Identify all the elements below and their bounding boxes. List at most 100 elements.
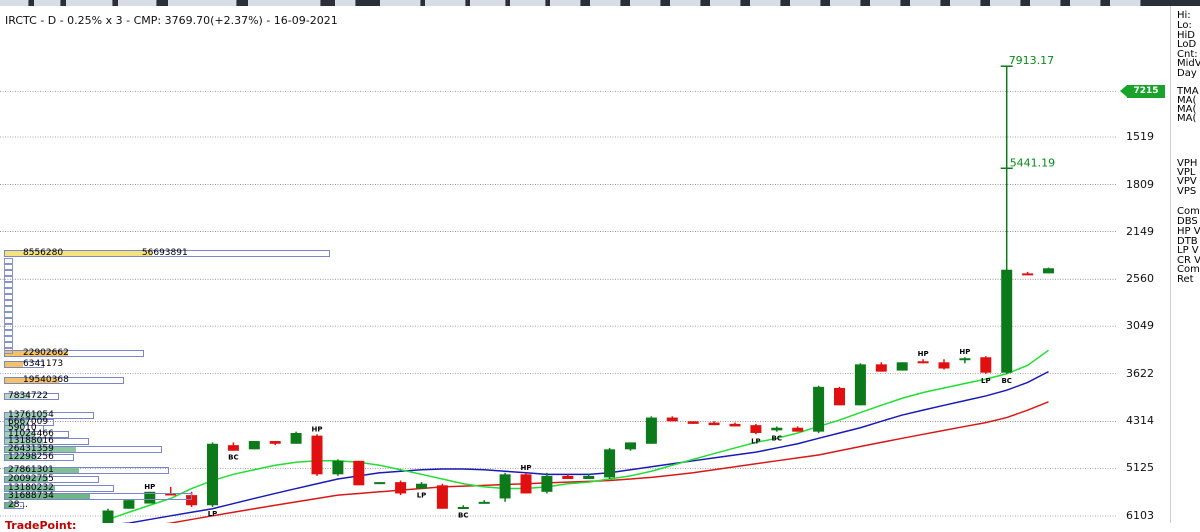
candle-body	[583, 475, 595, 479]
high-price-label: 7913.17	[1009, 54, 1054, 67]
candle-body	[353, 460, 365, 486]
volume-profile-fill	[5, 362, 23, 367]
pattern-marker: BC	[1001, 377, 1011, 385]
stats-label: Day	[1177, 68, 1197, 79]
candle-body	[457, 507, 469, 510]
candle-body	[520, 474, 532, 494]
price-axis[interactable]: 6103 5125 4314 3622 3049 2560 2149 1809 1519	[1117, 6, 1170, 523]
candle-body	[227, 445, 239, 451]
candle-body	[771, 427, 783, 431]
stats-panel: Hi: Lo: HiD LoD Cnt: MidV Day TMA MA(MA(MA(VPH VP…	[1170, 6, 1200, 523]
candle-body	[959, 358, 971, 361]
candle-body	[541, 475, 553, 492]
pattern-marker: LP	[751, 437, 761, 445]
volume-profile-bar: 19540368	[4, 375, 124, 385]
stats-label: VPS	[1177, 186, 1197, 197]
y-axis-label: 3622	[1126, 366, 1154, 380]
ma-red-line	[165, 401, 1049, 523]
volume-profile-bar: 31688734	[4, 491, 192, 501]
volume-profile-bar: 28...	[4, 500, 28, 510]
candle-body	[604, 449, 616, 478]
candle-body	[123, 500, 135, 509]
candle-body	[416, 483, 427, 489]
volume-profile-bar: 22902662	[4, 348, 144, 358]
volume-profile-bar: 20092755	[4, 474, 99, 484]
candle-body	[729, 423, 741, 427]
candle-body	[207, 443, 218, 506]
pattern-marker: HP	[312, 425, 323, 433]
volume-profile-bar: 12298256	[4, 452, 74, 462]
volume-profile-bar: 8556280 56693891	[4, 248, 330, 258]
volume-profile-value: 28...	[8, 500, 29, 510]
pattern-marker: LP	[208, 510, 218, 518]
candle-body	[248, 441, 260, 450]
candle-body	[645, 417, 657, 444]
pattern-marker: BC	[458, 512, 468, 520]
candle-body	[666, 417, 678, 422]
candle-body	[562, 475, 574, 479]
candle-body	[854, 364, 866, 406]
stats-label: Ret	[1177, 274, 1194, 285]
pattern-marker: HP	[521, 464, 532, 472]
y-axis-label: 1519	[1126, 130, 1154, 143]
pattern-marker: BC	[772, 435, 782, 443]
candle-body	[813, 386, 825, 432]
candle-body	[792, 427, 804, 432]
candle-body	[478, 501, 490, 504]
volume-profile-value: 12298256	[8, 452, 54, 462]
pattern-marker: HP	[959, 348, 970, 356]
pattern-marker: HP	[918, 350, 929, 358]
ma-green-line	[107, 349, 1049, 521]
candle-body	[395, 482, 407, 494]
candle-body	[102, 510, 114, 523]
y-axis-label: 5125	[1126, 461, 1154, 475]
candle-body	[311, 435, 323, 475]
candle-body	[896, 362, 908, 371]
candle-body	[938, 362, 950, 369]
volume-profile-value: 8556280	[23, 248, 64, 258]
candle-body	[269, 441, 281, 444]
candle-body	[980, 357, 992, 373]
pattern-marker: LP	[981, 377, 991, 385]
pattern-marker: BC	[228, 454, 238, 462]
y-axis-label: 1809	[1126, 177, 1154, 191]
candle-body	[290, 432, 302, 444]
candle-body	[332, 460, 344, 475]
candle-body	[875, 364, 887, 372]
current-price-tag: 7215	[1120, 84, 1165, 98]
volume-profile-tick	[4, 348, 13, 354]
volume-profile-value: 19540368	[23, 375, 69, 385]
candle-body	[1001, 269, 1013, 373]
trade-point-label: TradePoint:	[5, 519, 77, 532]
candle-body	[687, 421, 699, 424]
volume-profile-value: 22902662	[23, 348, 69, 358]
volume-profile-bar: 7834722	[4, 391, 59, 401]
candle-body	[625, 442, 636, 450]
chart-canvas[interactable]: HP LP BC HP LP BC HP LP BC HP HP LP BC 7913.17 5441.19	[0, 6, 1117, 523]
volume-profile-value: 6341173	[23, 359, 64, 369]
y-axis-label: 2149	[1126, 224, 1154, 238]
candle-body	[1022, 273, 1034, 276]
price-chart[interactable]: HP LP BC HP LP BC HP LP BC HP HP LP BC 7913.17 5441.19…	[0, 6, 1118, 532]
y-axis-label: 4314	[1126, 414, 1154, 428]
volume-profile-bar: 6341173	[4, 359, 63, 369]
candle-body	[708, 422, 720, 426]
volume-profile-bar: 27861301	[4, 465, 169, 475]
candle-body	[436, 485, 448, 509]
y-axis-label: 2560	[1126, 272, 1154, 286]
candle-body	[499, 474, 511, 499]
y-axis-label: 6103	[1126, 509, 1154, 522]
pattern-marker: HP	[144, 483, 155, 491]
y-axis-label: 3049	[1126, 319, 1154, 333]
volume-profile-value: 56693891	[141, 248, 188, 258]
chart-title: IRCTC - D - 0.25% x 3 - CMP: 3769.70(+2.…	[5, 14, 338, 27]
volume-profile-value: 7834722	[8, 391, 49, 401]
mid-price-label: 5441.19	[1010, 156, 1055, 169]
candle-body	[750, 425, 762, 433]
stats-label: MA(	[1177, 113, 1197, 124]
candle-body	[1043, 268, 1054, 274]
pattern-marker: LP	[417, 492, 427, 500]
candle-body	[374, 482, 386, 485]
candle-body	[917, 361, 929, 364]
candle-body	[834, 387, 845, 406]
